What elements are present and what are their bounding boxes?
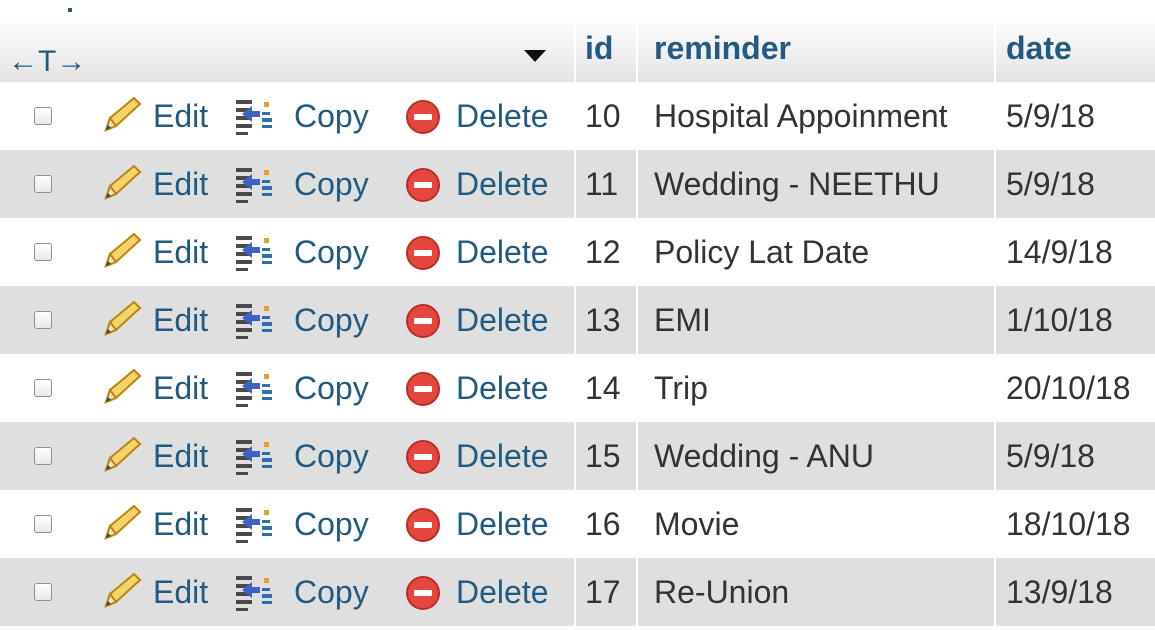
cell-reminder: Wedding - NEETHU	[654, 166, 940, 202]
delete-icon[interactable]	[404, 370, 442, 408]
delete-icon[interactable]	[404, 166, 442, 204]
cell-id: 17	[585, 574, 621, 610]
edit-link[interactable]: Edit	[153, 490, 208, 558]
row-select-checkbox[interactable]	[34, 311, 52, 329]
pencil-icon[interactable]	[100, 96, 144, 136]
table-row: Edit Copy Delete 11 Wedding - NEETHU 5/9…	[0, 150, 1155, 218]
delete-link[interactable]: Delete	[456, 490, 549, 558]
cell-id: 10	[585, 98, 621, 134]
cell-date: 13/9/18	[1006, 574, 1113, 610]
delete-link[interactable]: Delete	[456, 354, 549, 422]
column-divider	[636, 14, 638, 630]
column-header-id[interactable]: id	[585, 14, 613, 82]
delete-link[interactable]: Delete	[456, 82, 549, 150]
cell-id: 11	[585, 166, 619, 202]
cell-date: 14/9/18	[1006, 234, 1113, 270]
row-select-checkbox[interactable]	[34, 379, 52, 397]
cell-date: 20/10/18	[1006, 370, 1131, 406]
row-select-checkbox[interactable]	[34, 447, 52, 465]
copy-link[interactable]: Copy	[294, 490, 369, 558]
pencil-icon[interactable]	[100, 232, 144, 272]
cell-reminder: Re-Union	[654, 574, 790, 610]
cell-id: 13	[585, 302, 621, 338]
copy-icon[interactable]	[234, 368, 278, 410]
copy-icon[interactable]	[234, 436, 278, 478]
delete-icon[interactable]	[404, 574, 442, 612]
edit-link[interactable]: Edit	[153, 558, 208, 626]
edit-link[interactable]: Edit	[153, 150, 208, 218]
delete-link[interactable]: Delete	[456, 218, 549, 286]
cell-date: 18/10/18	[1006, 506, 1131, 542]
copy-link[interactable]: Copy	[294, 354, 369, 422]
cell-date: 5/9/18	[1006, 438, 1095, 474]
pencil-icon[interactable]	[100, 368, 144, 408]
copy-icon[interactable]	[234, 96, 278, 138]
copy-icon[interactable]	[234, 232, 278, 274]
delete-link[interactable]: Delete	[456, 286, 549, 354]
table-row: Edit Copy Delete 17 Re-Union 13/9/18	[0, 558, 1155, 626]
results-table: ←T→ id reminder date Edit Copy Delete 10…	[0, 0, 1155, 630]
table-row: Edit Copy Delete 16 Movie 18/10/18	[0, 490, 1155, 558]
column-header-reminder[interactable]: reminder	[654, 14, 791, 82]
pencil-icon[interactable]	[100, 572, 144, 612]
copy-icon[interactable]	[234, 572, 278, 614]
cell-reminder: Hospital Appoinment	[654, 98, 948, 134]
copy-icon[interactable]	[234, 300, 278, 342]
cell-id: 14	[585, 370, 621, 406]
cell-date: 5/9/18	[1006, 98, 1095, 134]
cell-reminder: Wedding - ANU	[654, 438, 874, 474]
cell-id: 15	[585, 438, 621, 474]
edit-link[interactable]: Edit	[153, 354, 208, 422]
copy-link[interactable]: Copy	[294, 150, 369, 218]
row-select-checkbox[interactable]	[34, 583, 52, 601]
row-select-checkbox[interactable]	[34, 107, 52, 125]
edit-link[interactable]: Edit	[153, 286, 208, 354]
edit-link[interactable]: Edit	[153, 82, 208, 150]
cell-date: 5/9/18	[1006, 166, 1095, 202]
delete-link[interactable]: Delete	[456, 558, 549, 626]
copy-icon[interactable]	[234, 504, 278, 546]
delete-icon[interactable]	[404, 506, 442, 544]
sort-arrow-icon[interactable]	[524, 50, 546, 62]
pencil-icon[interactable]	[100, 164, 144, 204]
cell-reminder: Movie	[654, 506, 740, 542]
copy-link[interactable]: Copy	[294, 82, 369, 150]
edit-link[interactable]: Edit	[153, 422, 208, 490]
row-select-checkbox[interactable]	[34, 243, 52, 261]
marker-dot	[68, 8, 72, 12]
copy-link[interactable]: Copy	[294, 286, 369, 354]
cell-id: 12	[585, 234, 621, 270]
cell-date: 1/10/18	[1006, 302, 1113, 338]
table-row: Edit Copy Delete 13 EMI 1/10/18	[0, 286, 1155, 354]
delete-link[interactable]: Delete	[456, 422, 549, 490]
row-select-checkbox[interactable]	[34, 175, 52, 193]
cell-id: 16	[585, 506, 621, 542]
pencil-icon[interactable]	[100, 436, 144, 476]
pencil-icon[interactable]	[100, 300, 144, 340]
row-select-checkbox[interactable]	[34, 515, 52, 533]
copy-link[interactable]: Copy	[294, 422, 369, 490]
pencil-icon[interactable]	[100, 504, 144, 544]
column-divider	[994, 14, 996, 630]
table-row: Edit Copy Delete 14 Trip 20/10/18	[0, 354, 1155, 422]
delete-link[interactable]: Delete	[456, 150, 549, 218]
table-row: Edit Copy Delete 10 Hospital Appoinment …	[0, 82, 1155, 150]
cell-reminder: EMI	[654, 302, 711, 338]
delete-icon[interactable]	[404, 438, 442, 476]
delete-icon[interactable]	[404, 234, 442, 272]
cell-reminder: Policy Lat Date	[654, 234, 870, 270]
table-header: ←T→ id reminder date	[0, 14, 1155, 83]
delete-icon[interactable]	[404, 98, 442, 136]
column-header-date[interactable]: date	[1006, 14, 1072, 82]
table-row: Edit Copy Delete 15 Wedding - ANU 5/9/18	[0, 422, 1155, 490]
copy-icon[interactable]	[234, 164, 278, 206]
delete-icon[interactable]	[404, 302, 442, 340]
copy-link[interactable]: Copy	[294, 558, 369, 626]
copy-link[interactable]: Copy	[294, 218, 369, 286]
cell-reminder: Trip	[654, 370, 708, 406]
table-row: Edit Copy Delete 12 Policy Lat Date 14/9…	[0, 218, 1155, 286]
column-divider	[574, 14, 576, 630]
edit-link[interactable]: Edit	[153, 218, 208, 286]
